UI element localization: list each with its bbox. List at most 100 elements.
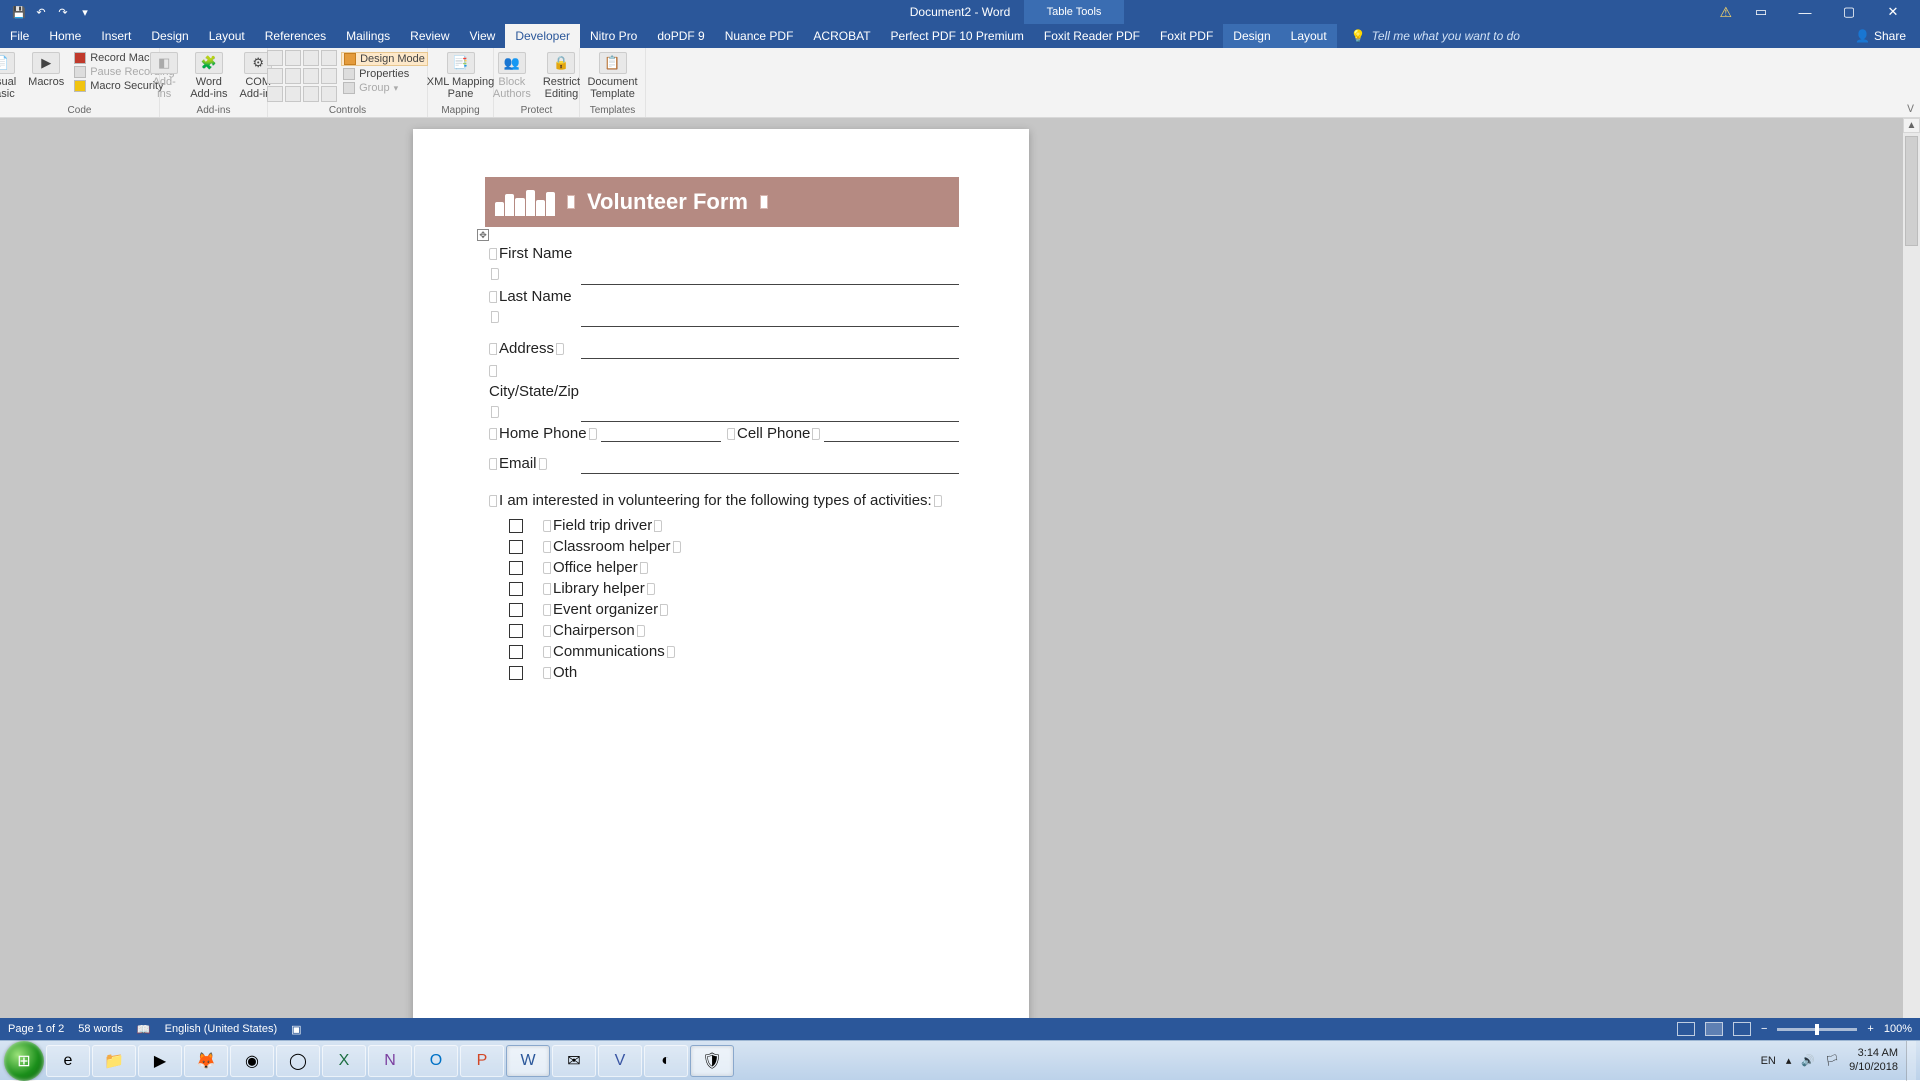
tray-clock[interactable]: 3:14 AM 9/10/2018 (1849, 1047, 1898, 1073)
checkbox-communications[interactable] (509, 645, 523, 659)
document-page[interactable]: Volunteer Form ✥ First Name Last Name Ad… (413, 129, 1029, 1029)
properties-button[interactable]: Properties (341, 68, 428, 80)
checkbox-other[interactable] (509, 666, 523, 680)
design-mode-toggle[interactable]: Design Mode (341, 52, 428, 66)
tab-dopdf[interactable]: doPDF 9 (647, 24, 714, 48)
tab-references[interactable]: References (255, 24, 336, 48)
tab-view[interactable]: View (460, 24, 506, 48)
tray-language[interactable]: EN (1761, 1055, 1776, 1067)
zoom-level[interactable]: 100% (1884, 1023, 1912, 1035)
tab-acrobat[interactable]: ACROBAT (803, 24, 880, 48)
taskbar-visio[interactable]: V (598, 1045, 642, 1077)
first-name-field[interactable] (581, 267, 959, 285)
taskbar-word[interactable]: W (506, 1045, 550, 1077)
redo-icon[interactable]: ↷ (56, 5, 70, 19)
last-name-field[interactable] (581, 309, 959, 327)
content-control-gallery[interactable] (267, 50, 337, 102)
city-state-zip-field[interactable] (581, 404, 959, 422)
table-move-handle[interactable]: ✥ (477, 229, 489, 241)
print-layout-view-button[interactable] (1705, 1022, 1723, 1036)
maximize-button[interactable]: ▢ (1834, 0, 1864, 24)
tab-mailings[interactable]: Mailings (336, 24, 400, 48)
taskbar-thunderbird[interactable]: ✉ (552, 1045, 596, 1077)
show-desktop-button[interactable] (1906, 1041, 1916, 1081)
cell-phone-field[interactable] (824, 424, 959, 442)
checkbox-library-helper[interactable] (509, 582, 523, 596)
tab-table-design[interactable]: Design (1223, 24, 1280, 48)
scroll-up-button[interactable]: ▲ (1903, 118, 1920, 133)
tab-design[interactable]: Design (141, 24, 198, 48)
taskbar-onenote[interactable]: N (368, 1045, 412, 1077)
tab-nuance-pdf[interactable]: Nuance PDF (715, 24, 804, 48)
close-button[interactable]: ✕ (1878, 0, 1908, 24)
taskbar-media-player[interactable]: ▶ (138, 1045, 182, 1077)
taskbar-app-grey[interactable]: ◯ (276, 1045, 320, 1077)
visual-basic-button[interactable]: 📄Visual Basic (0, 50, 20, 102)
document-viewport: Volunteer Form ✥ First Name Last Name Ad… (0, 118, 1920, 1033)
taskbar-firefox[interactable]: 🦊 (184, 1045, 228, 1077)
checkbox-office-helper[interactable] (509, 561, 523, 575)
tray-show-hidden-icon[interactable]: ▴ (1786, 1054, 1792, 1067)
lightbulb-icon: 💡 (1351, 29, 1366, 43)
read-mode-view-button[interactable] (1677, 1022, 1695, 1036)
taskbar-app-blue[interactable]: ◐ (644, 1045, 688, 1077)
collapse-ribbon-button[interactable]: ᐯ (1907, 104, 1914, 115)
tell-me-search[interactable]: 💡 Tell me what you want to do (1351, 24, 1520, 48)
tab-foxit-reader[interactable]: Foxit Reader PDF (1034, 24, 1150, 48)
email-field[interactable] (581, 456, 959, 474)
qat-customize-icon[interactable]: ▾ (78, 5, 92, 19)
checkbox-field-trip[interactable] (509, 519, 523, 533)
taskbar-file-explorer[interactable]: 📁 (92, 1045, 136, 1077)
word-count-status[interactable]: 58 words (78, 1023, 123, 1035)
word-addins-button[interactable]: 🧩Word Add-ins (186, 50, 231, 102)
tray-volume-icon[interactable]: 🔊 (1801, 1054, 1815, 1067)
taskbar-ie[interactable]: е (46, 1045, 90, 1077)
tab-nitro-pro[interactable]: Nitro Pro (580, 24, 647, 48)
tab-home[interactable]: Home (39, 24, 91, 48)
zoom-slider[interactable] (1777, 1028, 1857, 1031)
ribbon-display-options-icon[interactable]: ▭ (1746, 0, 1776, 24)
taskbar-excel[interactable]: X (322, 1045, 366, 1077)
home-phone-field[interactable] (601, 424, 721, 442)
tab-developer[interactable]: Developer (505, 24, 580, 48)
save-icon[interactable]: 💾 (12, 5, 26, 19)
tab-table-layout[interactable]: Layout (1281, 24, 1337, 48)
table-tools-context-label: Table Tools (1024, 0, 1124, 24)
share-button[interactable]: 👤 Share (1855, 24, 1906, 48)
tray-action-center-icon[interactable]: 🏳 (1825, 1054, 1839, 1067)
taskbar-powerpoint[interactable]: P (460, 1045, 504, 1077)
taskbar-outlook[interactable]: O (414, 1045, 458, 1077)
checkbox-chairperson[interactable] (509, 624, 523, 638)
language-status[interactable]: English (United States) (165, 1023, 278, 1035)
checkbox-classroom-helper[interactable] (509, 540, 523, 554)
checkbox-event-organizer[interactable] (509, 603, 523, 617)
zoom-in-button[interactable]: + (1867, 1023, 1873, 1035)
tab-layout[interactable]: Layout (199, 24, 255, 48)
warning-icon[interactable]: ⚠ (1719, 4, 1732, 21)
ribbon-group-controls: Design Mode Properties Group▾ Controls (268, 48, 428, 117)
start-button[interactable]: ⊞ (4, 1041, 44, 1081)
tab-perfect-pdf[interactable]: Perfect PDF 10 Premium (881, 24, 1034, 48)
scroll-thumb[interactable] (1905, 136, 1918, 246)
taskbar-uac-shield[interactable]: 🛡 (690, 1045, 734, 1077)
ribbon-group-label: Controls (329, 105, 366, 116)
spellcheck-icon[interactable]: 📖 (137, 1023, 151, 1036)
restrict-editing-button[interactable]: 🔒Restrict Editing (539, 50, 584, 102)
macros-button[interactable]: ▶Macros (24, 50, 68, 90)
web-layout-view-button[interactable] (1733, 1022, 1751, 1036)
tab-insert[interactable]: Insert (91, 24, 141, 48)
taskbar-chrome[interactable]: ◉ (230, 1045, 274, 1077)
form-title: Volunteer Form (587, 189, 748, 215)
xml-mapping-pane-button[interactable]: 📑XML Mapping Pane (423, 50, 498, 102)
tab-foxit-pdf[interactable]: Foxit PDF (1150, 24, 1223, 48)
document-template-button[interactable]: 📋Document Template (583, 50, 641, 102)
address-field[interactable] (581, 341, 959, 359)
vertical-scrollbar[interactable]: ▲ ▼ (1903, 118, 1920, 1033)
macro-record-status-icon[interactable]: ▣ (291, 1023, 301, 1036)
tab-review[interactable]: Review (400, 24, 459, 48)
undo-icon[interactable]: ↶ (34, 5, 48, 19)
page-number-status[interactable]: Page 1 of 2 (8, 1023, 64, 1035)
zoom-out-button[interactable]: − (1761, 1023, 1767, 1035)
tab-file[interactable]: File (0, 24, 39, 48)
minimize-button[interactable]: — (1790, 0, 1820, 24)
